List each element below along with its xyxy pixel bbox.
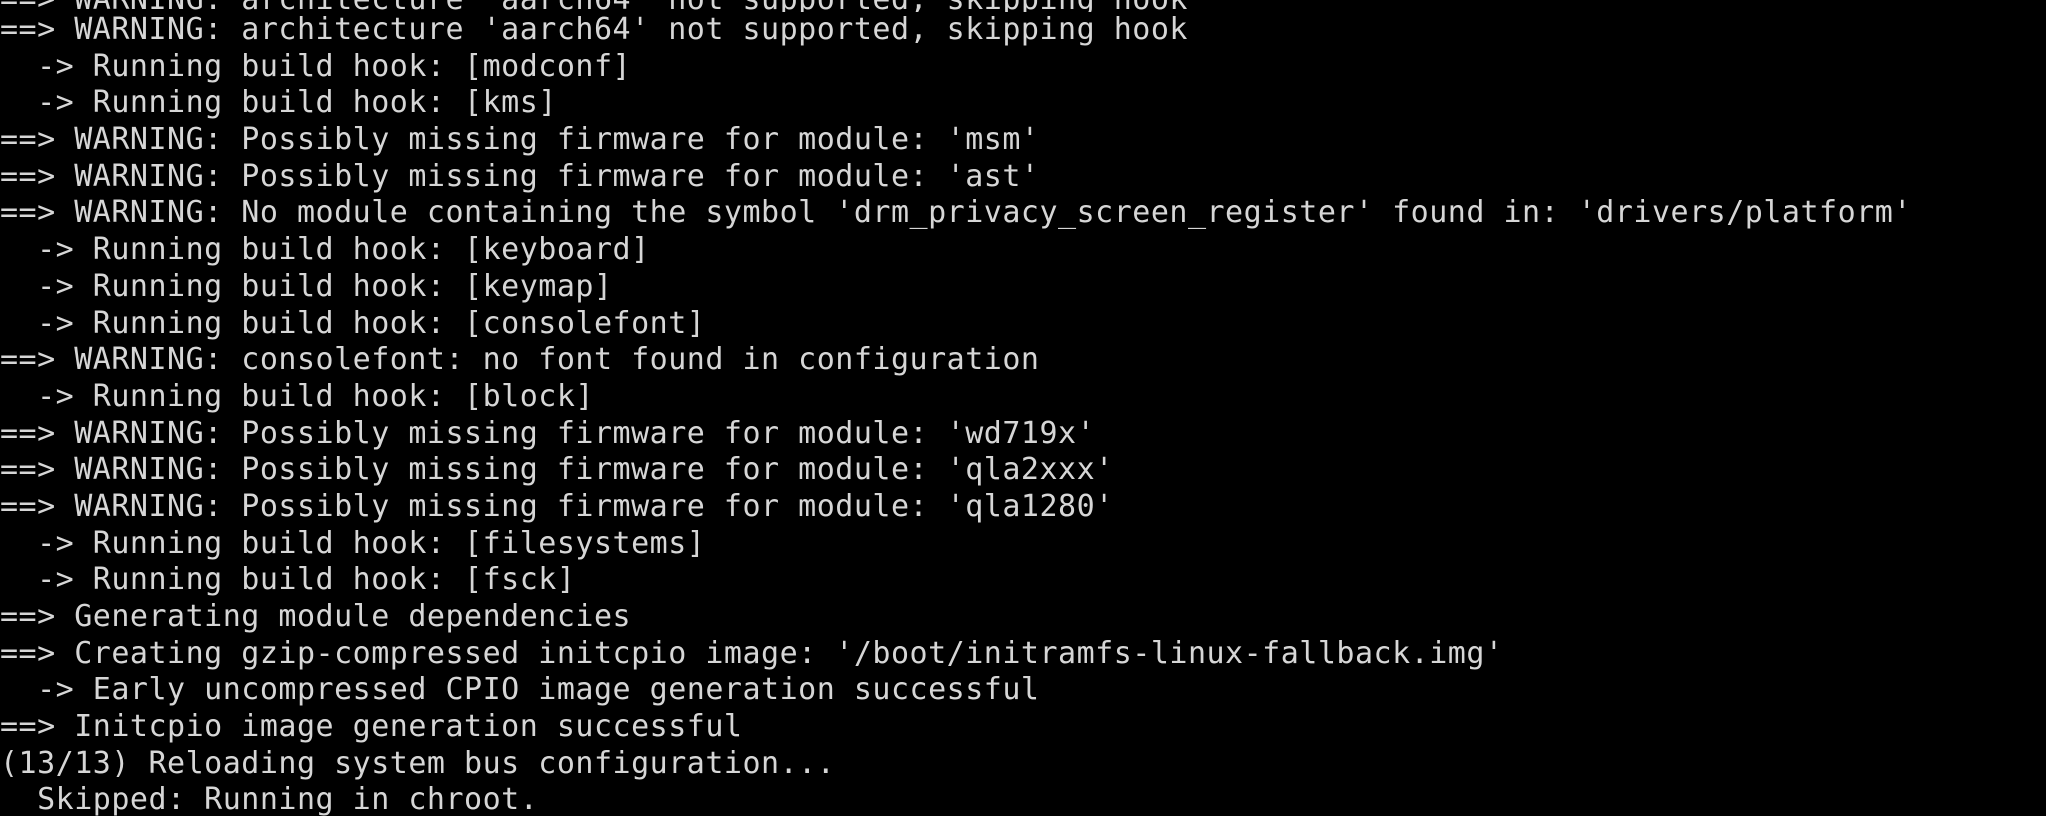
terminal-window[interactable]: ==> WARNING: architecture 'aarch64' not …: [0, 0, 2046, 816]
terminal-line: Skipped: Running in chroot.: [0, 782, 539, 816]
terminal-line-partial: ==> WARNING: architecture 'aarch64' not …: [0, 0, 1912, 12]
terminal-line: -> Running build hook: [fsck]: [0, 562, 576, 598]
terminal-line: ==> Initcpio image generation successful: [0, 709, 743, 745]
terminal-line: -> Running build hook: [kms]: [0, 85, 557, 121]
terminal-line: ==> WARNING: architecture 'aarch64' not …: [0, 12, 1188, 47]
terminal-line: -> Running build hook: [consolefont]: [0, 305, 706, 341]
terminal-line: -> Running build hook: [keymap]: [0, 268, 613, 304]
terminal-line: ==> Creating gzip-compressed initcpio im…: [0, 635, 1504, 671]
terminal-line: ==> WARNING: Possibly missing firmware f…: [0, 488, 1114, 524]
terminal-line: -> Early uncompressed CPIO image generat…: [0, 672, 1040, 708]
terminal-line: ==> WARNING: Possibly missing firmware f…: [0, 452, 1114, 488]
terminal-line: ==> WARNING: Possibly missing firmware f…: [0, 415, 1096, 451]
terminal-line: ==> WARNING: Possibly missing firmware f…: [0, 122, 1040, 158]
terminal-line: ==> Generating module dependencies: [0, 599, 632, 634]
terminal-line: ==> WARNING: consolefont: no font found …: [0, 342, 1040, 378]
terminal-line: -> Running build hook: [filesystems]: [0, 525, 706, 561]
terminal-output: ==> WARNING: architecture 'aarch64' not …: [0, 0, 1912, 816]
terminal-line: ==> WARNING: Possibly missing firmware f…: [0, 158, 1040, 194]
terminal-line: (13/13) Reloading system bus configurati…: [0, 745, 836, 781]
terminal-line: -> Running build hook: [block]: [0, 378, 594, 414]
terminal-line: -> Running build hook: [keyboard]: [0, 232, 650, 268]
terminal-line: ==> WARNING: No module containing the sy…: [0, 195, 1912, 231]
terminal-line: -> Running build hook: [modconf]: [0, 48, 632, 84]
